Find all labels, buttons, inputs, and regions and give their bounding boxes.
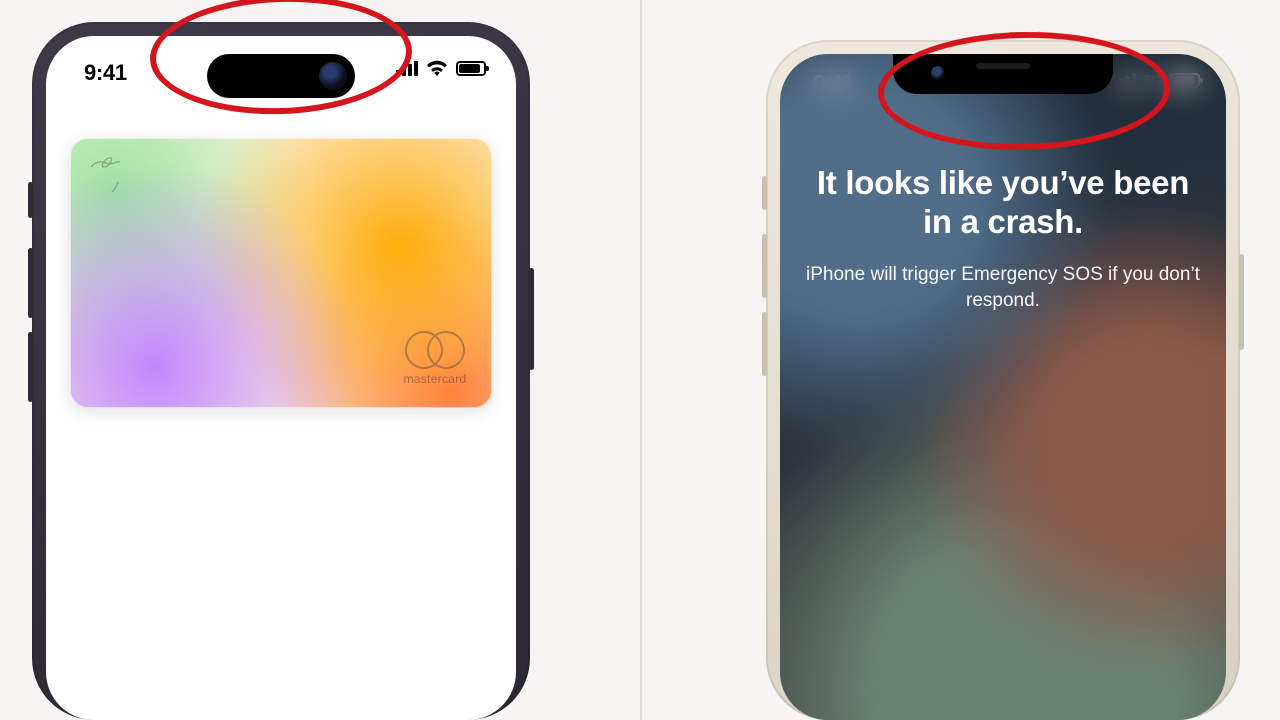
crash-subline: iPhone will trigger Emergency SOS if you… — [806, 262, 1200, 313]
phone-side-button — [762, 234, 767, 298]
phone-side-button — [762, 312, 767, 376]
phone-side-button — [529, 268, 534, 370]
cellular-bars-icon — [396, 60, 418, 76]
front-camera-icon — [319, 62, 347, 90]
mastercard-logo: mastercard — [402, 330, 468, 386]
wifi-icon — [426, 60, 448, 76]
crash-detection-alert: It looks like you’ve been in a crash. iP… — [806, 164, 1200, 313]
earpiece-speaker — [976, 63, 1030, 69]
status-indicators — [396, 60, 486, 76]
battery-icon — [456, 61, 486, 76]
dynamic-island — [207, 54, 355, 98]
display-notch — [893, 54, 1113, 94]
phone-mockup-notch: 9:41 5G It looks like you’ve been in a c… — [766, 40, 1240, 720]
cellular-bars-icon — [1114, 72, 1136, 88]
status-indicators: 5G — [1114, 72, 1200, 88]
phone-side-button — [28, 182, 33, 218]
phone-side-button — [1239, 254, 1244, 350]
apple-card: mastercard — [70, 138, 492, 408]
phone-mockup-dynamic-island: 9:41 mastercard — [32, 22, 530, 720]
crash-headline: It looks like you’ve been in a crash. — [806, 164, 1200, 242]
panel-divider — [640, 0, 642, 720]
battery-icon — [1170, 73, 1200, 88]
phone-side-button — [28, 248, 33, 318]
card-brand-label: mastercard — [402, 372, 468, 386]
status-time: 9:41 — [814, 72, 853, 95]
apple-logo-icon — [90, 156, 120, 197]
phone-side-button — [762, 176, 767, 210]
phone-side-button — [28, 332, 33, 402]
front-camera-icon — [931, 66, 945, 80]
phone-screen: 9:41 5G It looks like you’ve been in a c… — [780, 54, 1226, 720]
phone-screen: 9:41 mastercard — [46, 36, 516, 720]
status-time: 9:41 — [84, 60, 127, 86]
network-type-label: 5G — [1144, 72, 1162, 88]
